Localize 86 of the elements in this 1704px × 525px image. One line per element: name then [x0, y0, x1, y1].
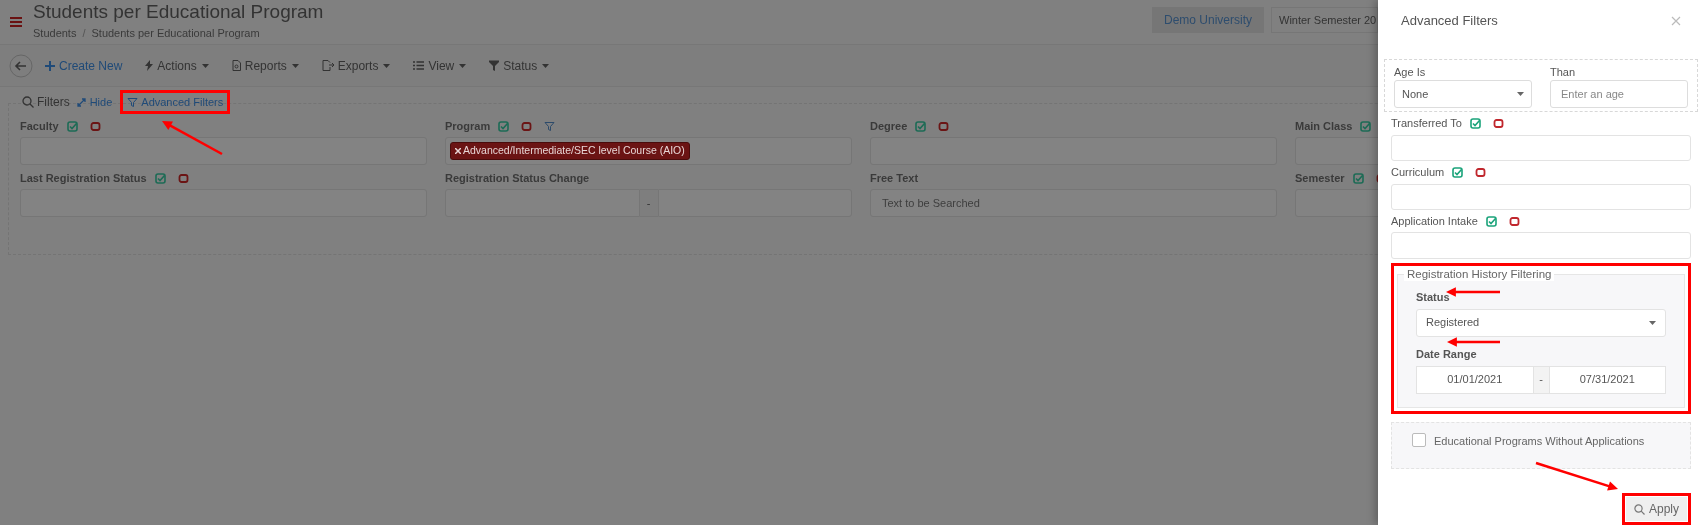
age-input[interactable]: Enter an age: [1550, 79, 1688, 108]
field-label: Last Registration Status: [20, 171, 147, 187]
search-icon: [22, 96, 34, 108]
caret-icon: [459, 63, 467, 68]
funnel-icon[interactable]: [544, 121, 556, 132]
semester-select[interactable]: Winter Semester 20: [1271, 7, 1378, 33]
field-label: Age Is: [1394, 64, 1427, 79]
caret-icon: [542, 63, 550, 68]
lightning-icon: [145, 60, 154, 71]
clear-icon[interactable]: [1508, 215, 1520, 227]
toolbar-button[interactable]: View: [413, 56, 467, 75]
toolbar-button[interactable]: Exports: [321, 56, 391, 75]
toolbar-button[interactable]: Status: [489, 56, 550, 75]
select-all-icon[interactable]: [498, 121, 510, 132]
page-title: Students per Educational Program: [33, 0, 324, 24]
menu-icon[interactable]: [10, 17, 22, 27]
search-icon: [1633, 503, 1645, 515]
select-all-icon[interactable]: [154, 173, 166, 184]
field-label: Registration Status Change: [445, 171, 590, 187]
select-field[interactable]: [20, 137, 427, 165]
checkbox-label: Educational Programs Without Applications: [1434, 433, 1645, 449]
field-label: Status: [1416, 289, 1450, 304]
hide-link[interactable]: Hide: [76, 93, 113, 111]
caret-icon: [201, 63, 209, 68]
field-label: Program: [445, 119, 491, 135]
university-button[interactable]: Demo University: [1151, 7, 1264, 33]
advanced-filters-link[interactable]: Advanced Filters: [127, 93, 224, 111]
export-icon: [321, 60, 334, 71]
clear-icon[interactable]: [938, 121, 950, 132]
field-label: Curriculum: [1391, 164, 1445, 180]
panel-title: Advanced Filters: [1401, 12, 1499, 31]
select-value: Registered: [1426, 315, 1481, 331]
toolbar-button[interactable]: Reports: [231, 56, 299, 75]
status-select[interactable]: Registered: [1416, 308, 1666, 337]
select-all-icon[interactable]: [1469, 117, 1481, 129]
select-field[interactable]: Advanced/Intermediate/SEC level Course (AIO): [445, 137, 852, 165]
caret-icon: [1649, 320, 1656, 325]
field-label: Free Text: [870, 171, 919, 187]
toolbar-button[interactable]: Create New: [45, 56, 123, 75]
checkbox[interactable]: [1412, 432, 1426, 447]
age-select[interactable]: None: [1394, 79, 1532, 108]
field-label: Semester: [1295, 171, 1345, 187]
range-separator: -: [639, 189, 658, 217]
caret-icon: [383, 63, 391, 68]
toolbar-button[interactable]: Actions: [145, 56, 209, 75]
select-all-icon[interactable]: [1352, 173, 1364, 184]
clear-icon[interactable]: [521, 121, 533, 132]
text-field[interactable]: Text to be Searched: [870, 189, 1277, 217]
breadcrumb-link[interactable]: Students per Educational Program: [91, 25, 260, 42]
filters-heading: Filters: [37, 94, 70, 111]
select-all-icon[interactable]: [915, 121, 927, 132]
clear-icon[interactable]: [89, 121, 101, 132]
annotation-arrow: [162, 121, 223, 156]
funnel-icon: [489, 60, 500, 71]
clear-icon[interactable]: [1475, 166, 1487, 178]
annotation-arrow: [1447, 337, 1500, 347]
select-all-icon[interactable]: [1485, 215, 1497, 227]
expand-icon: [76, 97, 86, 107]
selected-tag[interactable]: Advanced/Intermediate/SEC level Course (AIO): [450, 142, 690, 160]
back-button[interactable]: [9, 53, 33, 78]
caret-icon: [1517, 91, 1524, 96]
funnel-icon: [127, 96, 139, 108]
document-icon: [231, 60, 241, 71]
field-label: Main Class: [1295, 119, 1353, 135]
date-field[interactable]: 01/01/2021: [1416, 365, 1534, 394]
date-field[interactable]: 07/31/2021: [1548, 365, 1666, 394]
clear-icon[interactable]: [1492, 117, 1504, 129]
breadcrumb-separator: /: [82, 26, 86, 41]
select-all-icon[interactable]: [1360, 121, 1372, 132]
field-label: Transferred To: [1391, 116, 1462, 131]
field-label: Than: [1550, 64, 1577, 79]
select-all-icon[interactable]: [66, 121, 78, 132]
remove-icon[interactable]: [455, 148, 461, 154]
close-icon[interactable]: [1671, 15, 1681, 26]
apply-button[interactable]: Apply: [1625, 497, 1687, 521]
field-label: Date Range: [1416, 346, 1477, 361]
select-all-icon[interactable]: [1452, 166, 1464, 178]
clear-icon[interactable]: [177, 173, 189, 184]
select-value: None: [1402, 86, 1430, 102]
field-label: Degree: [870, 119, 908, 135]
field-label: Application Intake: [1391, 213, 1478, 229]
plus-icon: [45, 60, 55, 71]
caret-icon: [291, 63, 299, 68]
field-label: Faculty: [20, 119, 59, 135]
list-icon: [413, 61, 425, 70]
breadcrumb-link[interactable]: Students: [33, 25, 77, 42]
